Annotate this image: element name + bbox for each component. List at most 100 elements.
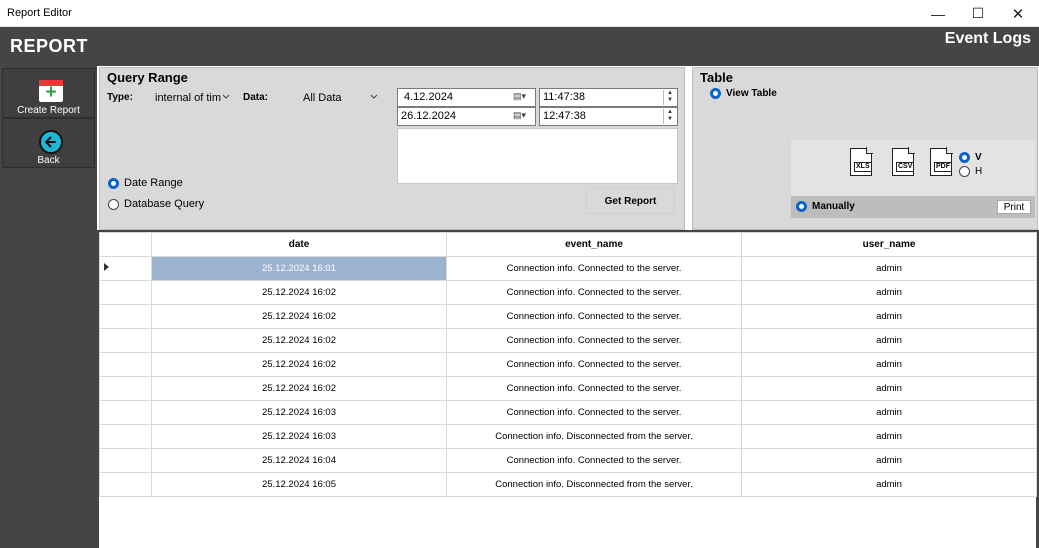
cell-date[interactable]: 25.12.2024 16:02 — [151, 304, 447, 329]
table-row[interactable]: 25.12.2024 16:03 Connection info. Disconn… — [99, 424, 1037, 449]
radio-selected-icon — [959, 152, 970, 163]
radio-database-query[interactable]: Database Query — [108, 198, 204, 210]
table-row[interactable]: 25.12.2024 16:02 Connection info. Connect… — [99, 352, 1037, 377]
row-header-cell[interactable] — [99, 424, 152, 449]
sidebar: + Create Report Back — [0, 66, 97, 548]
title-bar: Report Editor — ☐ ✕ — [0, 0, 1039, 27]
cell-event-name[interactable]: Connection info. Connected to the server… — [446, 448, 742, 473]
cell-user-name[interactable]: admin — [741, 400, 1037, 425]
get-report-button[interactable]: Get Report — [586, 188, 675, 214]
calendar-dropdown-icon[interactable]: ▤▾ — [513, 91, 533, 104]
cell-event-name[interactable]: Connection info. Connected to the server… — [446, 328, 742, 353]
close-button[interactable]: ✕ — [998, 0, 1038, 27]
cell-user-name[interactable]: admin — [741, 328, 1037, 353]
cell-user-name[interactable]: admin — [741, 448, 1037, 473]
table-row[interactable]: 25.12.2024 16:01 Connection info. Connect… — [99, 256, 1037, 281]
radio-unselected-icon — [959, 166, 970, 177]
cell-date[interactable]: 25.12.2024 16:05 — [151, 472, 447, 497]
page-title: Event Logs — [944, 30, 1031, 47]
row-header-cell[interactable] — [99, 280, 152, 305]
cell-event-name[interactable]: Connection info. Disconnected from the s… — [446, 424, 742, 449]
calendar-dropdown-icon[interactable]: ▤▾ — [513, 110, 533, 123]
end-date-picker[interactable]: 26.12.2024 ▤▾ — [397, 107, 536, 126]
cell-date[interactable]: 25.12.2024 16:02 — [151, 328, 447, 353]
row-header-cell[interactable] — [99, 376, 152, 401]
row-header-cell[interactable] — [99, 256, 152, 281]
radio-date-range[interactable]: Date Range — [108, 177, 183, 189]
cell-user-name[interactable]: admin — [741, 424, 1037, 449]
table-row[interactable]: 25.12.2024 16:05 Connection info. Disconn… — [99, 472, 1037, 497]
time-spinner[interactable]: ▲ ▼ — [663, 90, 676, 105]
radio-manually[interactable]: Manually — [796, 201, 855, 212]
start-date-picker[interactable]: 4.12.2024 ▤▾ — [397, 88, 536, 107]
column-header-event-name[interactable]: event_name — [446, 232, 742, 257]
column-header-user-name[interactable]: user_name — [741, 232, 1037, 257]
cell-date[interactable]: 25.12.2024 16:02 — [151, 376, 447, 401]
app-header: REPORT Event Logs — [0, 27, 1039, 66]
cell-event-name[interactable]: Connection info. Disconnected from the s… — [446, 472, 742, 497]
radio-orientation-v[interactable]: V — [959, 152, 982, 163]
create-report-button[interactable]: + Create Report — [2, 68, 95, 118]
cell-event-name[interactable]: Connection info. Connected to the server… — [446, 400, 742, 425]
cell-event-name[interactable]: Connection info. Connected to the server… — [446, 304, 742, 329]
table-panel-title: Table — [700, 70, 733, 85]
cell-event-name[interactable]: Connection info. Connected to the server… — [446, 280, 742, 305]
time-spinner[interactable]: ▲ ▼ — [663, 109, 676, 124]
start-time-picker[interactable]: 11:47:38 ▲ ▼ — [539, 88, 678, 107]
table-row[interactable]: 25.12.2024 16:02 Connection info. Connect… — [99, 376, 1037, 401]
cell-date[interactable]: 25.12.2024 16:03 — [151, 400, 447, 425]
cell-user-name[interactable]: admin — [741, 376, 1037, 401]
cell-date[interactable]: 25.12.2024 16:02 — [151, 352, 447, 377]
type-dropdown[interactable]: internal of tim — [151, 88, 234, 107]
pdf-file-icon[interactable]: PDF — [930, 147, 953, 176]
cell-event-name[interactable]: Connection info. Connected to the server… — [446, 376, 742, 401]
radio-orientation-h[interactable]: H — [959, 166, 982, 177]
xls-file-icon[interactable]: XLS — [850, 147, 873, 176]
cell-date[interactable]: 25.12.2024 16:04 — [151, 448, 447, 473]
end-time-picker[interactable]: 12:47:38 ▲ ▼ — [539, 107, 678, 126]
start-date-value: 4.12.2024 — [404, 91, 453, 103]
calendar-plus-icon: + — [39, 80, 63, 102]
table-row[interactable]: 25.12.2024 16:04 Connection info. Connect… — [99, 448, 1037, 473]
table-row[interactable]: 25.12.2024 16:03 Connection info. Connect… — [99, 400, 1037, 425]
radio-view-table[interactable]: View Table — [710, 88, 777, 99]
row-header-cell[interactable] — [99, 448, 152, 473]
cell-date[interactable]: 25.12.2024 16:02 — [151, 280, 447, 305]
cell-user-name[interactable]: admin — [741, 280, 1037, 305]
back-label: Back — [37, 155, 60, 166]
csv-file-icon[interactable]: CSV — [892, 147, 915, 176]
create-report-label: Create Report — [17, 105, 80, 116]
print-button[interactable]: Print — [997, 200, 1031, 214]
row-header-cell[interactable] — [99, 472, 152, 497]
cell-user-name[interactable]: admin — [741, 304, 1037, 329]
table-row[interactable]: 25.12.2024 16:02 Connection info. Connect… — [99, 328, 1037, 353]
cell-user-name[interactable]: admin — [741, 256, 1037, 281]
row-header-cell[interactable] — [99, 328, 152, 353]
row-header-cell[interactable] — [99, 304, 152, 329]
grid-header-row: date event_name user_name — [99, 232, 1037, 257]
data-grid-container: date event_name user_name 25.12.2024 16:… — [97, 230, 1039, 548]
cell-event-name[interactable]: Connection info. Connected to the server… — [446, 256, 742, 281]
row-header-cell[interactable] — [99, 400, 152, 425]
manual-print-bar: Manually Print — [791, 196, 1035, 218]
back-button[interactable]: Back — [2, 118, 95, 168]
cell-date[interactable]: 25.12.2024 16:03 — [151, 424, 447, 449]
cell-event-name[interactable]: Connection info. Connected to the server… — [446, 352, 742, 377]
row-header-cell[interactable] — [99, 352, 152, 377]
date-range-label: Date Range — [124, 177, 183, 189]
row-header-corner — [99, 232, 152, 257]
query-text-area[interactable] — [397, 128, 678, 184]
data-grid[interactable]: date event_name user_name 25.12.2024 16:… — [99, 232, 1037, 548]
table-row[interactable]: 25.12.2024 16:02 Connection info. Connect… — [99, 280, 1037, 305]
table-row[interactable]: 25.12.2024 16:02 Connection info. Connect… — [99, 304, 1037, 329]
export-area: XLS CSV PDF V H — [791, 140, 1035, 196]
maximize-button[interactable]: ☐ — [958, 0, 998, 27]
chevron-down-icon — [370, 94, 378, 99]
cell-user-name[interactable]: admin — [741, 352, 1037, 377]
view-table-label: View Table — [726, 88, 777, 99]
column-header-date[interactable]: date — [151, 232, 447, 257]
data-dropdown[interactable]: All Data — [299, 88, 382, 107]
cell-user-name[interactable]: admin — [741, 472, 1037, 497]
cell-date[interactable]: 25.12.2024 16:01 — [151, 256, 447, 281]
minimize-button[interactable]: — — [918, 0, 958, 27]
